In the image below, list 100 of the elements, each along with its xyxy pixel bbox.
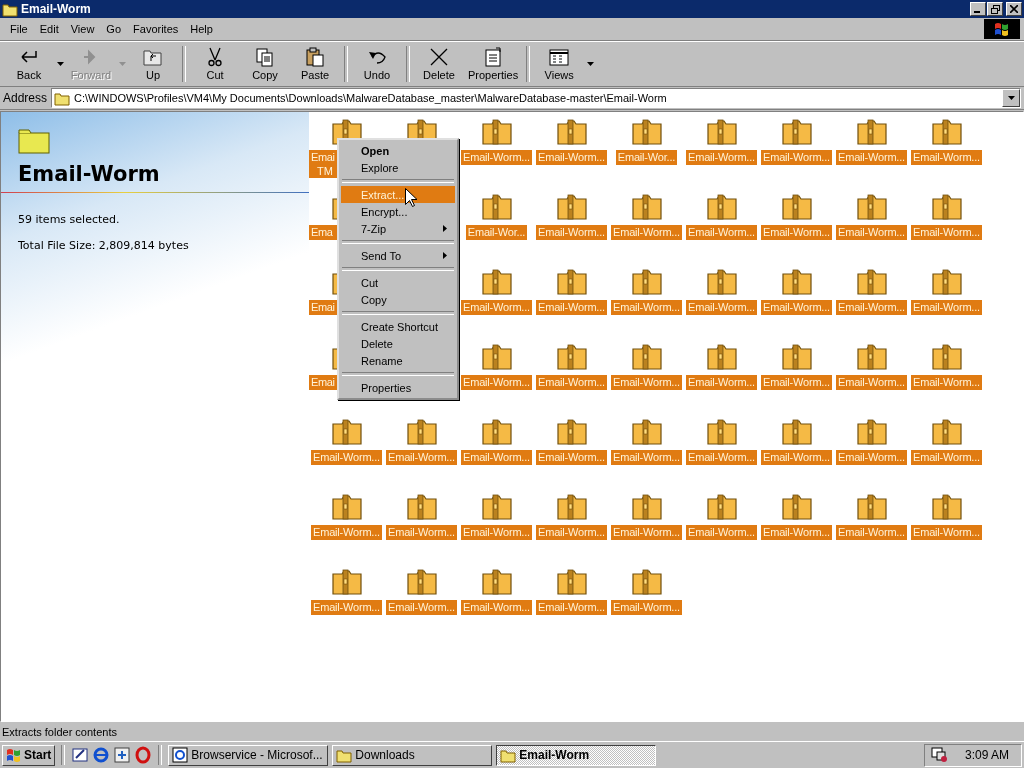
zip-folder-icon[interactable] bbox=[555, 493, 588, 521]
file-name[interactable]: Email-Worm... bbox=[911, 525, 982, 540]
properties-button[interactable]: Properties bbox=[464, 42, 523, 86]
zip-folder-icon[interactable] bbox=[405, 418, 438, 446]
file-name[interactable]: Email-Worm... bbox=[461, 375, 532, 390]
zip-folder-icon[interactable] bbox=[630, 418, 663, 446]
zip-folder-icon[interactable] bbox=[330, 568, 363, 596]
zip-folder-icon[interactable] bbox=[555, 193, 588, 221]
menu-item[interactable]: View bbox=[64, 21, 101, 37]
file-name[interactable]: Email-Wor... bbox=[465, 225, 528, 240]
desktop-icon[interactable] bbox=[71, 746, 90, 764]
zip-folder-icon[interactable] bbox=[705, 268, 738, 296]
file-name[interactable]: Email-Worm... bbox=[311, 600, 382, 615]
copy-button[interactable]: Copy bbox=[240, 42, 290, 86]
zip-folder-icon[interactable] bbox=[555, 343, 588, 371]
address-field[interactable]: C:\WINDOWS\Profiles\VM4\My Documents\Downloads\MalwareDatabase_master\MalwareDatabase-master\Email-Worm bbox=[51, 88, 1021, 108]
zip-folder-icon[interactable] bbox=[705, 118, 738, 146]
menu-item[interactable]: Properties bbox=[341, 379, 455, 396]
zip-folder-icon[interactable] bbox=[855, 118, 888, 146]
zip-folder-icon[interactable] bbox=[855, 268, 888, 296]
zip-folder-icon[interactable] bbox=[705, 343, 738, 371]
cut-button[interactable]: Cut bbox=[190, 42, 240, 86]
zip-folder-icon[interactable] bbox=[405, 493, 438, 521]
file-name[interactable]: Email-Worm... bbox=[761, 150, 832, 165]
zip-folder-icon[interactable] bbox=[630, 193, 663, 221]
zip-folder-icon[interactable] bbox=[480, 568, 513, 596]
file-name[interactable]: Email-Worm... bbox=[611, 450, 682, 465]
zip-folder-icon[interactable] bbox=[630, 268, 663, 296]
file-name[interactable]: Email-Worm... bbox=[611, 525, 682, 540]
file-name[interactable]: Email-Worm... bbox=[461, 525, 532, 540]
menu-item[interactable]: Edit bbox=[33, 21, 65, 37]
zip-folder-icon[interactable] bbox=[555, 268, 588, 296]
menu-item[interactable]: Help bbox=[184, 21, 219, 37]
file-name[interactable]: Email-Worm... bbox=[611, 300, 682, 315]
close-button[interactable] bbox=[1006, 2, 1022, 16]
file-name[interactable]: Email-Worm... bbox=[536, 600, 607, 615]
file-name[interactable]: Email-Worm... bbox=[311, 525, 382, 540]
file-name[interactable]: Email-Worm... bbox=[611, 600, 682, 615]
back-button[interactable]: Back bbox=[4, 42, 54, 86]
zip-folder-icon[interactable] bbox=[705, 193, 738, 221]
file-name[interactable]: Email-Worm... bbox=[761, 375, 832, 390]
menu-item[interactable]: Delete bbox=[341, 335, 455, 352]
file-name[interactable]: Email-Worm... bbox=[836, 150, 907, 165]
paste-button[interactable]: Paste bbox=[290, 42, 340, 86]
zip-folder-icon[interactable] bbox=[855, 193, 888, 221]
zip-folder-icon[interactable] bbox=[780, 343, 813, 371]
file-name[interactable]: Email-Worm... bbox=[611, 375, 682, 390]
file-name[interactable]: Email-Worm... bbox=[536, 225, 607, 240]
file-name[interactable]: Email-Worm... bbox=[761, 525, 832, 540]
file-name[interactable]: Email-Worm... bbox=[461, 150, 532, 165]
menu-item[interactable]: Create Shortcut bbox=[341, 318, 455, 335]
file-name[interactable]: Email-Worm... bbox=[836, 375, 907, 390]
file-name[interactable]: Email-Worm... bbox=[461, 450, 532, 465]
zip-folder-icon[interactable] bbox=[780, 493, 813, 521]
file-name[interactable]: Email-Worm... bbox=[911, 150, 982, 165]
zip-folder-icon[interactable] bbox=[930, 268, 963, 296]
file-name[interactable]: Email-Worm... bbox=[386, 450, 457, 465]
taskbar-button[interactable]: Email-Worm bbox=[496, 744, 657, 766]
file-name[interactable]: Email-Worm... bbox=[761, 450, 832, 465]
zip-folder-icon[interactable] bbox=[630, 343, 663, 371]
zip-folder-icon[interactable] bbox=[930, 343, 963, 371]
menu-item[interactable]: Explore bbox=[341, 159, 455, 176]
zip-folder-icon[interactable] bbox=[555, 418, 588, 446]
file-name[interactable]: Email-Worm... bbox=[836, 300, 907, 315]
file-name[interactable]: Email-Worm... bbox=[911, 225, 982, 240]
file-name[interactable]: Email-Worm... bbox=[461, 300, 532, 315]
menu-item[interactable]: Rename bbox=[341, 352, 455, 369]
zip-folder-icon[interactable] bbox=[780, 193, 813, 221]
taskbar-button[interactable]: Downloads bbox=[332, 744, 493, 766]
zip-folder-icon[interactable] bbox=[330, 418, 363, 446]
up-button[interactable]: Up bbox=[128, 42, 178, 86]
network-icon[interactable] bbox=[930, 747, 949, 763]
dropdown-arrow-icon[interactable] bbox=[1007, 96, 1015, 100]
menu-item[interactable]: 7-Zip bbox=[341, 220, 455, 237]
file-name[interactable]: Email-Worm... bbox=[836, 450, 907, 465]
zip-folder-icon[interactable] bbox=[480, 418, 513, 446]
zip-folder-icon[interactable] bbox=[855, 493, 888, 521]
zip-folder-icon[interactable] bbox=[630, 493, 663, 521]
menu-item[interactable]: Extract... bbox=[341, 186, 455, 203]
zip-folder-icon[interactable] bbox=[330, 493, 363, 521]
file-name[interactable]: Email-Worm... bbox=[536, 450, 607, 465]
zip-folder-icon[interactable] bbox=[630, 568, 663, 596]
zip-folder-icon[interactable] bbox=[405, 568, 438, 596]
zip-folder-icon[interactable] bbox=[480, 493, 513, 521]
zip-folder-icon[interactable] bbox=[630, 118, 663, 146]
file-name[interactable]: Email-Worm... bbox=[761, 225, 832, 240]
zip-folder-icon[interactable] bbox=[930, 118, 963, 146]
menu-item[interactable]: Cut bbox=[341, 274, 455, 291]
zip-folder-icon[interactable] bbox=[780, 118, 813, 146]
menu-item[interactable]: Encrypt... bbox=[341, 203, 455, 220]
menu-item[interactable]: Copy bbox=[341, 291, 455, 308]
file-name[interactable]: Email-Worm... bbox=[686, 375, 757, 390]
file-name[interactable]: Email-Worm... bbox=[311, 450, 382, 465]
zip-folder-icon[interactable] bbox=[780, 268, 813, 296]
restore-button[interactable] bbox=[987, 2, 1003, 16]
zip-folder-icon[interactable] bbox=[480, 268, 513, 296]
file-name[interactable]: Email-Worm... bbox=[536, 525, 607, 540]
dropdown-arrow-icon[interactable] bbox=[56, 62, 64, 66]
undo-button[interactable]: Undo bbox=[352, 42, 402, 86]
menu-item[interactable]: Favorites bbox=[127, 21, 185, 37]
